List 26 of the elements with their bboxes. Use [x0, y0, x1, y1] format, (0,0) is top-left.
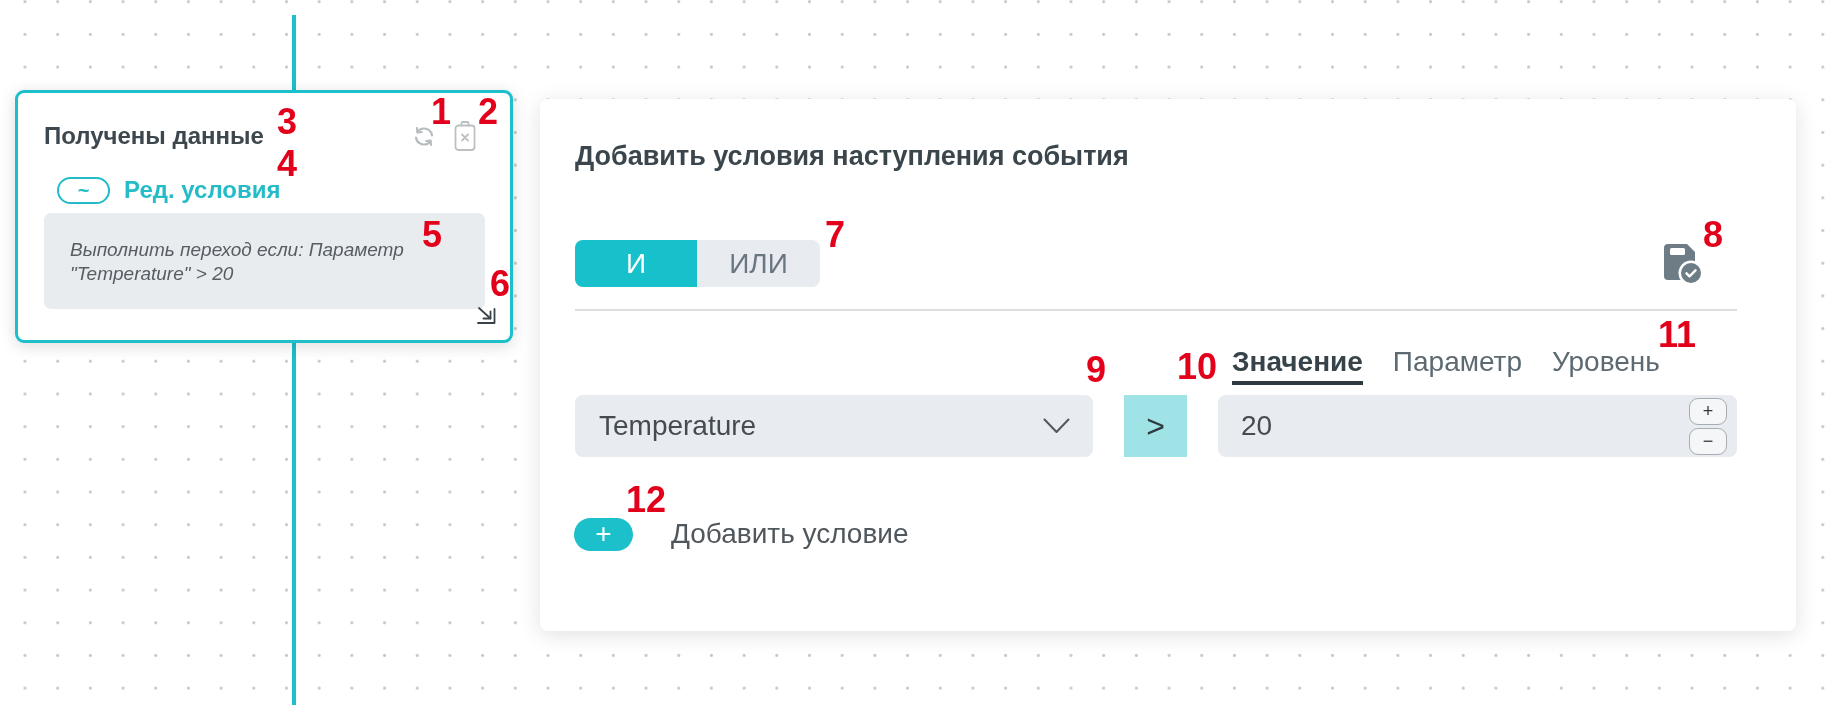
value-field[interactable]: 20 + −: [1218, 395, 1737, 457]
callout-number: 3: [277, 104, 298, 140]
segment-button[interactable]: ИЛИ: [697, 240, 820, 287]
node-title: Получены данные: [44, 121, 264, 151]
save-check-icon[interactable]: [1664, 243, 1702, 284]
callout-number: 6: [490, 266, 511, 302]
callout-number: 9: [1086, 352, 1107, 388]
increment-button[interactable]: +: [1689, 397, 1727, 425]
decrement-button[interactable]: −: [1689, 427, 1727, 455]
callout-number: 7: [825, 217, 846, 253]
callout-number: 11: [1658, 317, 1697, 353]
callout-number: 5: [422, 217, 443, 253]
add-condition-label: Добавить условие: [671, 517, 909, 551]
parameter-select[interactable]: Temperature: [575, 395, 1093, 457]
value-source-tab[interactable]: Значение: [1232, 345, 1363, 385]
operator-button[interactable]: >: [1124, 395, 1187, 457]
panel-heading: Добавить условия наступления события: [575, 140, 1130, 173]
chevron-down-icon: [1043, 418, 1070, 434]
callout-number: 10: [1177, 349, 1218, 385]
value-source-tab[interactable]: Параметр: [1392, 345, 1522, 385]
callout-number: 2: [478, 94, 499, 130]
callout-number: 1: [431, 94, 452, 130]
resize-handle-icon[interactable]: [476, 306, 496, 324]
callout-number: 8: [1703, 217, 1724, 253]
callout-number: 12: [626, 482, 667, 518]
value-source-tab[interactable]: Уровень: [1552, 345, 1660, 385]
